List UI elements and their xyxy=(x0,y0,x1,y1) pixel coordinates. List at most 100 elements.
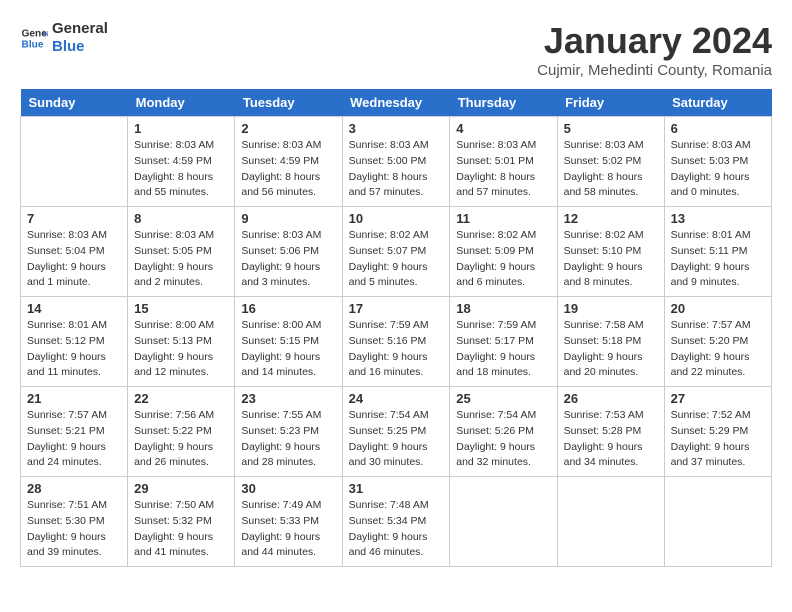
day-number: 30 xyxy=(241,481,335,496)
day-number: 15 xyxy=(134,301,228,316)
day-number: 1 xyxy=(134,121,228,136)
day-cell: 12 Sunrise: 8:02 AMSunset: 5:10 PMDayligh… xyxy=(557,207,664,297)
day-info: Sunrise: 8:03 AMSunset: 5:01 PMDaylight:… xyxy=(456,138,550,201)
day-cell: 14 Sunrise: 8:01 AMSunset: 5:12 PMDayligh… xyxy=(21,297,128,387)
day-cell: 3Sunrise: 8:03 AMSunset: 5:00 PMDaylight… xyxy=(342,117,450,207)
header-row: SundayMondayTuesdayWednesdayThursdayFrid… xyxy=(21,89,772,117)
day-info: Sunrise: 7:54 AMSunset: 5:25 PMDaylight:… xyxy=(349,408,444,471)
day-info: Sunrise: 8:03 AMSunset: 5:04 PMDaylight:… xyxy=(27,228,121,291)
day-info: Sunrise: 7:49 AMSunset: 5:33 PMDaylight:… xyxy=(241,498,335,561)
day-info: Sunrise: 7:59 AMSunset: 5:17 PMDaylight:… xyxy=(456,318,550,381)
day-number: 23 xyxy=(241,391,335,406)
day-info: Sunrise: 8:02 AMSunset: 5:09 PMDaylight:… xyxy=(456,228,550,291)
day-info: Sunrise: 7:55 AMSunset: 5:23 PMDaylight:… xyxy=(241,408,335,471)
day-info: Sunrise: 8:03 AMSunset: 5:02 PMDaylight:… xyxy=(564,138,658,201)
day-cell: 21Sunrise: 7:57 AMSunset: 5:21 PMDayligh… xyxy=(21,387,128,477)
day-number: 20 xyxy=(671,301,765,316)
day-number: 28 xyxy=(27,481,121,496)
day-number: 19 xyxy=(564,301,658,316)
day-info: Sunrise: 7:59 AMSunset: 5:16 PMDaylight:… xyxy=(349,318,444,381)
day-number: 25 xyxy=(456,391,550,406)
day-number: 11 xyxy=(456,211,550,226)
day-cell: 28 Sunrise: 7:51 AMSunset: 5:30 PMDayligh… xyxy=(21,477,128,567)
day-number: 6 xyxy=(671,121,765,136)
day-info: Sunrise: 7:58 AMSunset: 5:18 PMDaylight:… xyxy=(564,318,658,381)
day-info: Sunrise: 8:00 AMSunset: 5:15 PMDaylight:… xyxy=(241,318,335,381)
col-header-tuesday: Tuesday xyxy=(235,89,342,117)
day-info: Sunrise: 7:51 AMSunset: 5:30 PMDaylight:… xyxy=(27,498,121,561)
day-info: Sunrise: 8:03 AMSunset: 5:06 PMDaylight:… xyxy=(241,228,335,291)
day-cell: 24 Sunrise: 7:54 AMSunset: 5:25 PMDayligh… xyxy=(342,387,450,477)
day-cell xyxy=(21,117,128,207)
day-info: Sunrise: 7:56 AMSunset: 5:22 PMDaylight:… xyxy=(134,408,228,471)
day-number: 17 xyxy=(349,301,444,316)
day-cell: 23 Sunrise: 7:55 AMSunset: 5:23 PMDayligh… xyxy=(235,387,342,477)
day-number: 13 xyxy=(671,211,765,226)
title-section: January 2024 Cujmir, Mehedinti County, R… xyxy=(537,20,772,79)
col-header-friday: Friday xyxy=(557,89,664,117)
month-title: January 2024 xyxy=(537,20,772,62)
col-header-saturday: Saturday xyxy=(664,89,771,117)
day-number: 16 xyxy=(241,301,335,316)
col-header-wednesday: Wednesday xyxy=(342,89,450,117)
logo-general-text: General xyxy=(52,20,108,38)
day-info: Sunrise: 7:53 AMSunset: 5:28 PMDaylight:… xyxy=(564,408,658,471)
day-number: 27 xyxy=(671,391,765,406)
day-cell: 1 Sunrise: 8:03 AMSunset: 4:59 PMDaylight… xyxy=(128,117,235,207)
day-info: Sunrise: 8:03 AMSunset: 4:59 PMDaylight:… xyxy=(134,138,228,201)
logo-icon: General Blue xyxy=(20,24,48,52)
day-cell: 5Sunrise: 8:03 AMSunset: 5:02 PMDaylight… xyxy=(557,117,664,207)
day-number: 26 xyxy=(564,391,658,406)
day-info: Sunrise: 7:50 AMSunset: 5:32 PMDaylight:… xyxy=(134,498,228,561)
day-info: Sunrise: 8:01 AMSunset: 5:12 PMDaylight:… xyxy=(27,318,121,381)
col-header-thursday: Thursday xyxy=(450,89,557,117)
day-number: 24 xyxy=(349,391,444,406)
day-cell: 8Sunrise: 8:03 AMSunset: 5:05 PMDaylight… xyxy=(128,207,235,297)
day-info: Sunrise: 8:02 AMSunset: 5:10 PMDaylight:… xyxy=(564,228,658,291)
day-info: Sunrise: 8:03 AMSunset: 4:59 PMDaylight:… xyxy=(241,138,335,201)
week-row-4: 21Sunrise: 7:57 AMSunset: 5:21 PMDayligh… xyxy=(21,387,772,477)
day-cell: 26 Sunrise: 7:53 AMSunset: 5:28 PMDayligh… xyxy=(557,387,664,477)
day-cell: 22Sunrise: 7:56 AMSunset: 5:22 PMDayligh… xyxy=(128,387,235,477)
logo-blue-text: Blue xyxy=(52,38,108,56)
col-header-sunday: Sunday xyxy=(21,89,128,117)
day-info: Sunrise: 8:02 AMSunset: 5:07 PMDaylight:… xyxy=(349,228,444,291)
day-cell xyxy=(557,477,664,567)
day-cell xyxy=(450,477,557,567)
day-cell: 25 Sunrise: 7:54 AMSunset: 5:26 PMDayligh… xyxy=(450,387,557,477)
day-cell: 20 Sunrise: 7:57 AMSunset: 5:20 PMDayligh… xyxy=(664,297,771,387)
day-cell: 13Sunrise: 8:01 AMSunset: 5:11 PMDayligh… xyxy=(664,207,771,297)
day-number: 29 xyxy=(134,481,228,496)
day-cell: 27 Sunrise: 7:52 AMSunset: 5:29 PMDayligh… xyxy=(664,387,771,477)
week-row-5: 28 Sunrise: 7:51 AMSunset: 5:30 PMDayligh… xyxy=(21,477,772,567)
logo: General Blue General Blue xyxy=(20,20,108,56)
day-info: Sunrise: 7:54 AMSunset: 5:26 PMDaylight:… xyxy=(456,408,550,471)
day-number: 2 xyxy=(241,121,335,136)
day-cell: 19 Sunrise: 7:58 AMSunset: 5:18 PMDayligh… xyxy=(557,297,664,387)
day-cell: 29 Sunrise: 7:50 AMSunset: 5:32 PMDayligh… xyxy=(128,477,235,567)
day-cell: 17 Sunrise: 7:59 AMSunset: 5:16 PMDayligh… xyxy=(342,297,450,387)
day-cell: 4Sunrise: 8:03 AMSunset: 5:01 PMDaylight… xyxy=(450,117,557,207)
day-number: 7 xyxy=(27,211,121,226)
location-subtitle: Cujmir, Mehedinti County, Romania xyxy=(537,62,772,79)
day-info: Sunrise: 8:03 AMSunset: 5:00 PMDaylight:… xyxy=(349,138,444,201)
week-row-1: 1 Sunrise: 8:03 AMSunset: 4:59 PMDaylight… xyxy=(21,117,772,207)
svg-text:Blue: Blue xyxy=(22,39,44,50)
day-number: 31 xyxy=(349,481,444,496)
col-header-monday: Monday xyxy=(128,89,235,117)
day-info: Sunrise: 8:03 AMSunset: 5:05 PMDaylight:… xyxy=(134,228,228,291)
day-cell: 11 Sunrise: 8:02 AMSunset: 5:09 PMDayligh… xyxy=(450,207,557,297)
day-number: 12 xyxy=(564,211,658,226)
week-row-2: 7 Sunrise: 8:03 AMSunset: 5:04 PMDaylight… xyxy=(21,207,772,297)
day-info: Sunrise: 7:48 AMSunset: 5:34 PMDaylight:… xyxy=(349,498,444,561)
day-cell: 7 Sunrise: 8:03 AMSunset: 5:04 PMDaylight… xyxy=(21,207,128,297)
day-cell: 9Sunrise: 8:03 AMSunset: 5:06 PMDaylight… xyxy=(235,207,342,297)
day-info: Sunrise: 7:52 AMSunset: 5:29 PMDaylight:… xyxy=(671,408,765,471)
day-cell: 10Sunrise: 8:02 AMSunset: 5:07 PMDayligh… xyxy=(342,207,450,297)
day-cell: 6 Sunrise: 8:03 AMSunset: 5:03 PMDaylight… xyxy=(664,117,771,207)
day-cell: 2 Sunrise: 8:03 AMSunset: 4:59 PMDaylight… xyxy=(235,117,342,207)
day-info: Sunrise: 8:03 AMSunset: 5:03 PMDaylight:… xyxy=(671,138,765,201)
day-info: Sunrise: 7:57 AMSunset: 5:20 PMDaylight:… xyxy=(671,318,765,381)
week-row-3: 14 Sunrise: 8:01 AMSunset: 5:12 PMDayligh… xyxy=(21,297,772,387)
day-number: 14 xyxy=(27,301,121,316)
